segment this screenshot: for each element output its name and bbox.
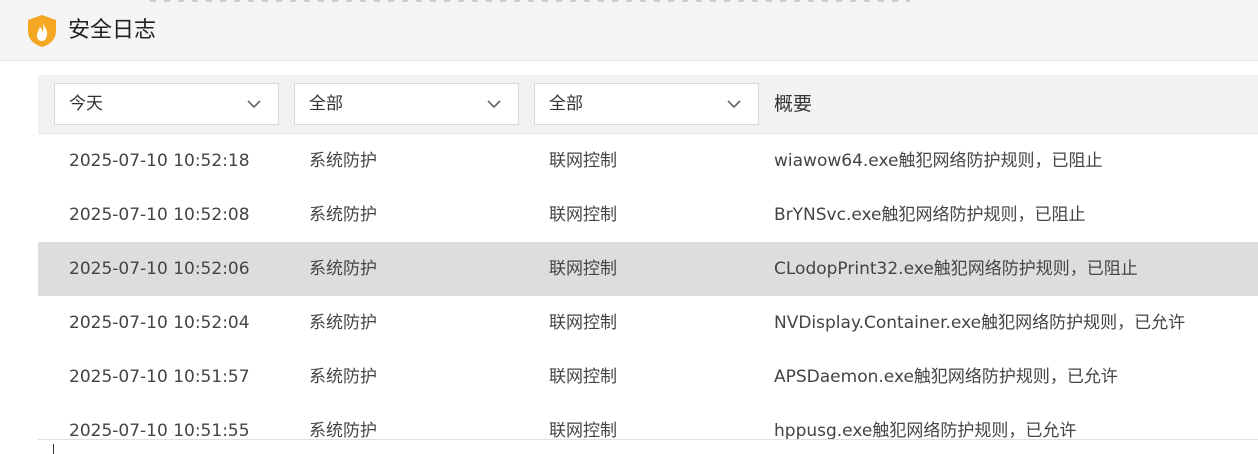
type-cell: 联网控制	[549, 259, 617, 279]
type-cell: 联网控制	[549, 367, 617, 387]
category-cell: 系统防护	[309, 259, 377, 279]
chevron-down-icon	[727, 100, 741, 109]
chevron-down-icon	[247, 100, 261, 109]
category-cell: 系统防护	[309, 313, 377, 333]
type-cell: 联网控制	[549, 313, 617, 333]
type-filter-select[interactable]: 全部	[534, 83, 759, 125]
divider	[38, 439, 1258, 440]
category-cell: 系统防护	[309, 421, 377, 439]
summary-cell: CLodopPrint32.exe触犯网络防护规则，已阻止	[774, 259, 1138, 279]
time-cell: 2025-07-10 10:51:57	[69, 367, 250, 387]
category-filter-value: 全部	[309, 94, 343, 114]
table-row[interactable]: 2025-07-10 10:52:18 系统防护 联网控制 wiawow64.exe触…	[38, 134, 1258, 188]
type-filter-value: 全部	[549, 94, 583, 114]
time-cell: 2025-07-10 10:52:04	[69, 313, 250, 333]
table-row[interactable]: 2025-07-10 10:51:55 系统防护 联网控制 hppusg.exe触犯网…	[38, 404, 1258, 439]
table-row[interactable]: 2025-07-10 10:52:08 系统防护 联网控制 BrYNSvc.exe触犯…	[38, 188, 1258, 242]
filter-header-row: 今天 全部 全部 概要	[38, 75, 1258, 134]
time-cell: 2025-07-10 10:52:18	[69, 151, 250, 171]
summary-cell: hppusg.exe触犯网络防护规则，已允许	[774, 421, 1077, 439]
title-bar: 安全日志	[0, 0, 1258, 61]
shield-flame-icon	[26, 14, 58, 48]
type-cell: 联网控制	[549, 421, 617, 439]
date-filter-value: 今天	[69, 94, 103, 114]
window-title: 安全日志	[68, 18, 157, 43]
table-row[interactable]: 2025-07-10 10:51:57 系统防护 联网控制 APSDaemon.exe…	[38, 350, 1258, 404]
category-cell: 系统防护	[309, 205, 377, 225]
table-row[interactable]: 2025-07-10 10:52:04 系统防护 联网控制 NVDisplay.Con…	[38, 296, 1258, 350]
chevron-down-icon	[487, 100, 501, 109]
time-cell: 2025-07-10 10:52:08	[69, 205, 250, 225]
time-cell: 2025-07-10 10:52:06	[69, 259, 250, 279]
text-caret	[53, 444, 54, 454]
category-filter-select[interactable]: 全部	[294, 83, 519, 125]
log-panel: 今天 全部 全部 概要 2025-07-10 10:52:18 系统防护 联网控制 w…	[38, 61, 1258, 439]
summary-cell: wiawow64.exe触犯网络防护规则，已阻止	[774, 151, 1103, 171]
type-cell: 联网控制	[549, 151, 617, 171]
summary-cell: APSDaemon.exe触犯网络防护规则，已允许	[774, 367, 1118, 387]
date-filter-select[interactable]: 今天	[54, 83, 279, 125]
table-row[interactable]: 2025-07-10 10:52:06 系统防护 联网控制 CLodopPrint32…	[38, 242, 1258, 296]
summary-cell: NVDisplay.Container.exe触犯网络防护规则，已允许	[774, 313, 1186, 333]
category-cell: 系统防护	[309, 367, 377, 387]
summary-cell: BrYNSvc.exe触犯网络防护规则，已阻止	[774, 205, 1086, 225]
log-table-body: 2025-07-10 10:52:18 系统防护 联网控制 wiawow64.exe触…	[38, 134, 1258, 439]
type-cell: 联网控制	[549, 205, 617, 225]
time-cell: 2025-07-10 10:51:55	[69, 421, 250, 439]
top-edge-artifact	[150, 0, 910, 2]
summary-column-header: 概要	[774, 93, 813, 115]
category-cell: 系统防护	[309, 151, 377, 171]
